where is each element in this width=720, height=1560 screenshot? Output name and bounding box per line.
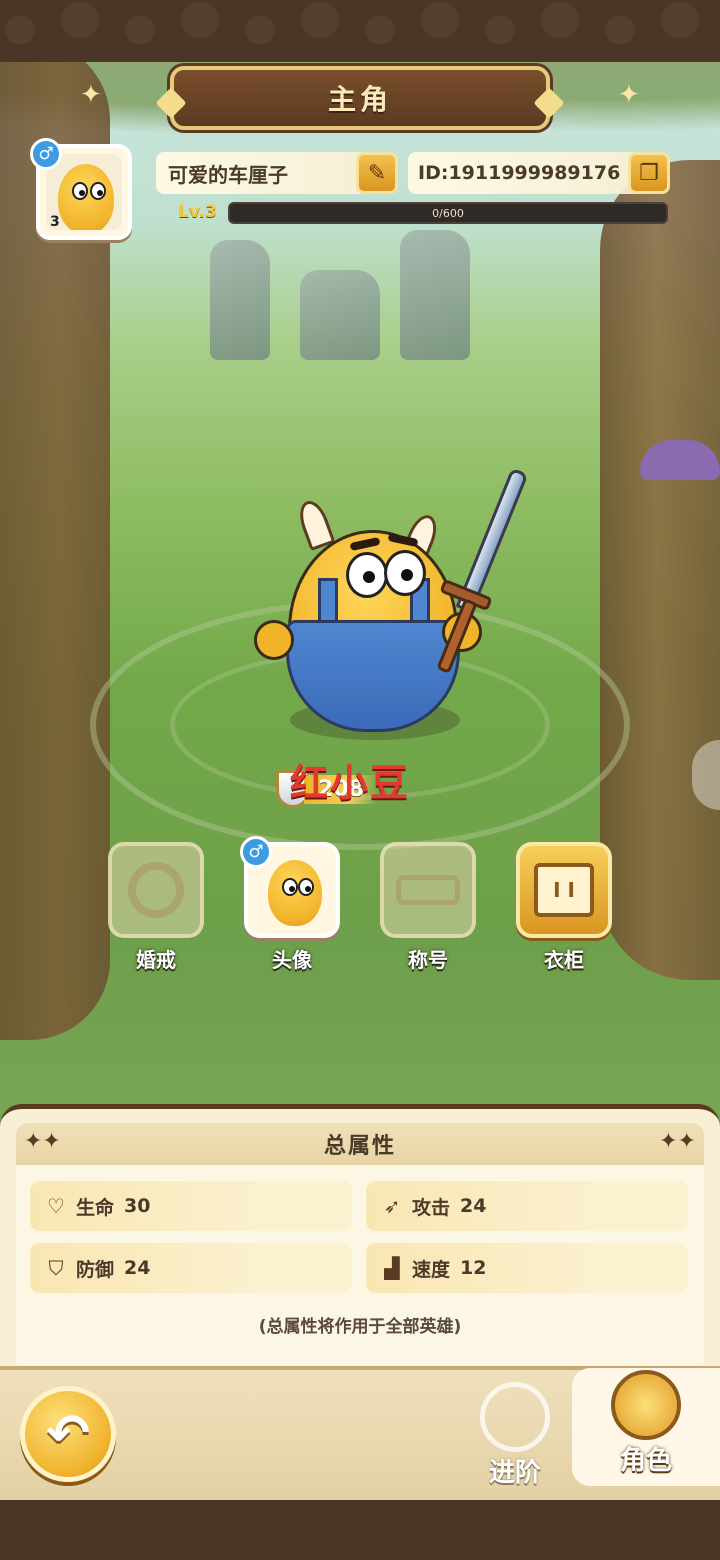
tab-advance-label: 进阶 — [488, 1458, 541, 1488]
player-id: ID:1911999989176 — [418, 162, 621, 184]
tab-role[interactable]: 角色 — [590, 1370, 702, 1477]
hero-arm — [254, 620, 294, 660]
role-icon — [611, 1370, 681, 1440]
xp-progress-text: 0/600 — [432, 206, 464, 220]
advance-icon — [480, 1382, 550, 1452]
stat-value: 12 — [460, 1257, 487, 1279]
sparkle-icon: ✦ — [618, 80, 640, 110]
edit-name-button[interactable]: ✎ — [356, 152, 398, 194]
attributes-panel-header: 总属性 — [16, 1123, 704, 1165]
stat-label: 速度 — [412, 1258, 451, 1281]
star-ornament-icon: ✦✦ — [659, 1129, 696, 1154]
title-banner: 主角 — [155, 66, 565, 130]
stat-attack: ➶ 攻击 24 — [366, 1181, 688, 1231]
hero-name: 红小豆 — [290, 761, 411, 805]
hero-eye — [346, 552, 388, 598]
heart-icon: ♡ — [47, 1194, 65, 1218]
male-gender-icon: ♂ — [30, 138, 62, 170]
stat-value: 24 — [460, 1195, 487, 1217]
wardrobe-icon: I I — [516, 842, 612, 938]
stat-label: 攻击 — [412, 1196, 451, 1219]
back-button[interactable]: ↶ — [20, 1386, 116, 1482]
boot-icon: ▟ — [384, 1256, 400, 1280]
tree-trunk-right — [600, 160, 720, 980]
stat-label: 防御 — [76, 1258, 115, 1281]
hero-character[interactable] — [250, 467, 529, 760]
copy-icon: ❐ — [639, 160, 659, 186]
shield-icon: ⛉ — [48, 1256, 64, 1280]
hero-eye — [384, 550, 426, 596]
player-level: Lv.3 — [178, 202, 217, 222]
avatar-label: 头像 — [272, 948, 312, 972]
bottom-frame — [0, 1500, 720, 1560]
title-button[interactable]: 称号 — [380, 842, 476, 973]
attack-icon: ➶ — [383, 1194, 401, 1218]
ring-icon — [108, 842, 204, 938]
attributes-title: 总属性 — [323, 1134, 396, 1159]
stat-label: 生命 — [76, 1196, 115, 1219]
avatar-level: 3 — [50, 214, 60, 230]
ring-label: 婚戒 — [136, 948, 176, 972]
copy-id-button[interactable]: ❐ — [628, 152, 670, 194]
tab-role-label: 角色 — [619, 1446, 672, 1476]
stone-pillar — [400, 230, 470, 360]
title-label: 称号 — [408, 948, 448, 972]
star-ornament-icon: ✦✦ — [24, 1129, 61, 1154]
bean-character-icon — [58, 164, 114, 230]
player-name: 可爱的车厘子 — [168, 162, 288, 187]
stat-hp: ♡ 生命 30 — [30, 1181, 352, 1231]
sparkle-icon: ✦ — [80, 80, 102, 110]
stat-value: 30 — [124, 1195, 151, 1217]
back-arrow-icon: ↶ — [46, 1404, 90, 1464]
bean-character-icon — [268, 860, 322, 926]
ring-button[interactable]: 婚戒 — [108, 842, 204, 973]
stone-pillar — [300, 270, 380, 360]
xp-progress-bar: 0/600 — [228, 202, 668, 224]
wardrobe-label: 衣柜 — [544, 948, 584, 972]
stat-defense: ⛉ 防御 24 — [30, 1243, 352, 1293]
top-frame — [0, 0, 720, 62]
attributes-note: (总属性将作用于全部英雄) — [258, 1317, 462, 1337]
stone-pillar — [210, 240, 270, 360]
page-title: 主角 — [327, 83, 392, 116]
male-gender-icon: ♂ — [240, 836, 272, 868]
pencil-icon: ✎ — [367, 160, 387, 186]
stat-value: 24 — [124, 1257, 151, 1279]
tab-advance[interactable]: 进阶 — [470, 1382, 560, 1489]
wardrobe-button[interactable]: I I 衣柜 — [516, 842, 612, 973]
title-crown-icon — [380, 842, 476, 938]
stat-speed: ▟ 速度 12 — [366, 1243, 688, 1293]
